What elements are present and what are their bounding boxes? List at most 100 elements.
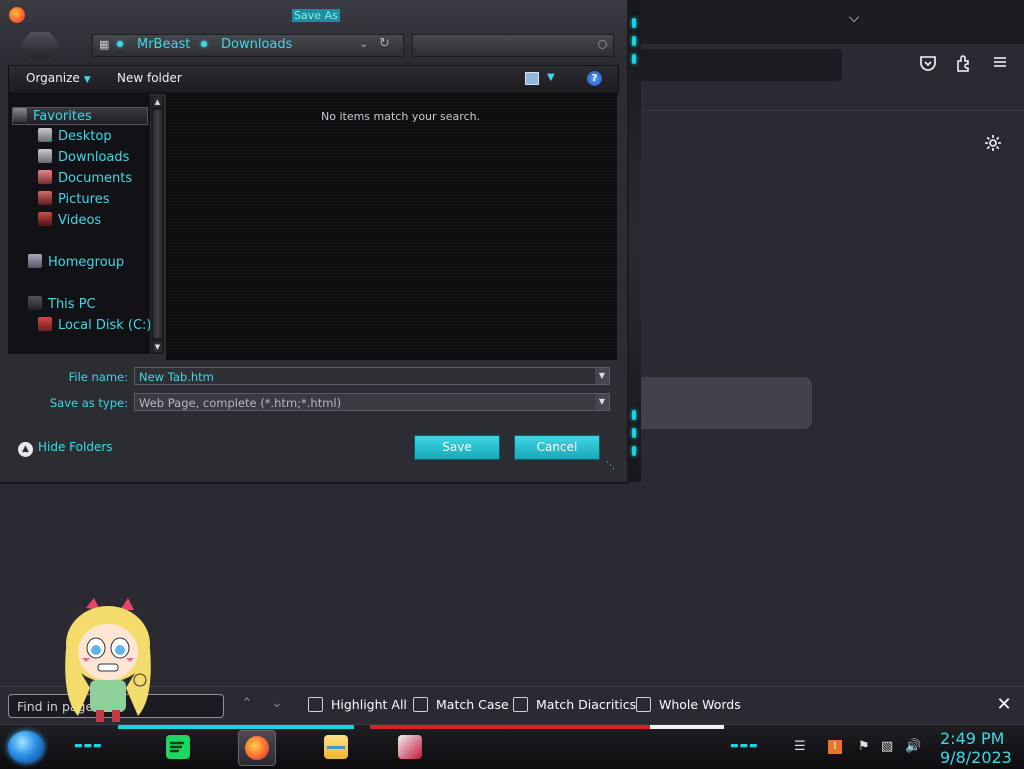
pictures-icon bbox=[38, 191, 52, 205]
checkbox-icon bbox=[513, 697, 528, 712]
start-button[interactable] bbox=[8, 731, 44, 763]
taskbar-accent-line bbox=[650, 725, 724, 729]
nav-item-videos[interactable]: Videos bbox=[38, 212, 101, 228]
taskbar-app-spotify[interactable] bbox=[160, 730, 196, 764]
match-case-label: Match Case bbox=[436, 697, 509, 712]
save-type-label: Save as type: bbox=[49, 396, 128, 410]
resize-grip-icon[interactable]: ⋱ bbox=[606, 461, 615, 471]
whole-words-checkbox[interactable]: Whole Words bbox=[636, 697, 741, 712]
nav-item-desktop[interactable]: Desktop bbox=[38, 128, 112, 144]
taskbar-accent-line bbox=[118, 725, 354, 729]
file-list-pane[interactable]: No items match your search. bbox=[166, 94, 617, 360]
match-diacritics-checkbox[interactable]: Match Diacritics bbox=[513, 697, 636, 712]
hide-folders-label: Hide Folders bbox=[38, 440, 113, 454]
file-explorer-icon bbox=[324, 735, 348, 759]
nav-item-documents[interactable]: Documents bbox=[38, 170, 132, 186]
address-dropdown-chevron-icon[interactable]: ⌄ bbox=[359, 37, 368, 50]
save-type-select[interactable]: Web Page, complete (*.htm;*.html) ▼ bbox=[134, 393, 610, 411]
file-name-field[interactable]: New Tab.htm ▼ bbox=[134, 367, 610, 385]
cancel-button[interactable]: Cancel bbox=[514, 435, 600, 460]
tab-list-chevron-down-icon[interactable]: ⌵ bbox=[844, 10, 864, 30]
volume-icon[interactable]: 🔊 bbox=[905, 739, 921, 754]
find-next-icon[interactable]: ⌄ bbox=[268, 696, 286, 714]
match-diacritics-label: Match Diacritics bbox=[536, 697, 637, 712]
clock-date[interactable]: 9/8/2023 bbox=[940, 748, 1012, 767]
breadcrumb-downloads[interactable]: Downloads bbox=[221, 37, 292, 52]
pocket-icon[interactable] bbox=[917, 54, 939, 76]
nav-label: Videos bbox=[58, 213, 102, 228]
checkbox-icon bbox=[308, 697, 323, 712]
taskbar-led-decoration: ▬▬▬ bbox=[730, 741, 759, 751]
taskbar: ▬▬▬ ▬▬▬ ☰ ⌇ ⚑ ▧ 🔊 2:49 PM 9/8/2023 bbox=[0, 724, 1024, 769]
taskbar-app-media[interactable] bbox=[392, 730, 428, 764]
taskbar-app-file-explorer[interactable] bbox=[318, 730, 354, 764]
media-app-icon bbox=[398, 735, 422, 759]
chevron-up-icon: ▲ bbox=[18, 442, 33, 457]
menu-icon[interactable] bbox=[989, 54, 1011, 76]
nav-item-homegroup[interactable]: Homegroup bbox=[28, 254, 124, 270]
scroll-up-icon[interactable]: ▲ bbox=[153, 97, 162, 107]
computer-icon: ▦ bbox=[99, 38, 110, 51]
nav-item-downloads[interactable]: Downloads bbox=[38, 149, 129, 165]
taskbar-app-firefox[interactable] bbox=[238, 730, 276, 766]
refresh-icon[interactable]: ↻ bbox=[379, 36, 390, 51]
checkbox-icon bbox=[636, 697, 651, 712]
nav-item-favorites[interactable]: Favorites bbox=[12, 107, 148, 125]
search-input[interactable] bbox=[412, 34, 614, 57]
nav-item-pictures[interactable]: Pictures bbox=[38, 191, 109, 207]
help-icon[interactable]: ? bbox=[587, 71, 602, 86]
app-tray-icon[interactable]: ⌇ bbox=[828, 740, 842, 754]
hide-folders-button[interactable]: ▲ Hide Folders bbox=[18, 440, 113, 457]
breadcrumb-mrbeast[interactable]: MrBeast bbox=[137, 37, 190, 52]
checkbox-icon bbox=[413, 697, 428, 712]
nav-label: Pictures bbox=[58, 192, 110, 207]
new-tab-card[interactable] bbox=[630, 377, 812, 429]
flag-icon[interactable]: ⚑ bbox=[858, 739, 870, 754]
videos-icon bbox=[38, 212, 52, 226]
extensions-icon[interactable] bbox=[953, 54, 975, 76]
window-frame-strip bbox=[627, 0, 641, 482]
close-icon[interactable]: ✕ bbox=[994, 695, 1014, 715]
view-options-icon[interactable] bbox=[525, 72, 539, 85]
nav-item-this-pc[interactable]: This PC bbox=[28, 296, 96, 312]
highlight-all-checkbox[interactable]: Highlight All bbox=[308, 697, 407, 712]
view-dropdown-icon[interactable]: ▼ bbox=[547, 72, 555, 83]
navigation-scrollbar[interactable]: ▲ ▼ bbox=[150, 96, 164, 354]
gear-icon[interactable] bbox=[982, 133, 1004, 155]
scroll-down-icon[interactable]: ▼ bbox=[153, 342, 162, 352]
save-type-value: Web Page, complete (*.htm;*.html) bbox=[139, 396, 342, 410]
organize-button[interactable]: Organize ▼ bbox=[26, 71, 91, 85]
taskbar-led-decoration: ▬▬▬ bbox=[74, 741, 103, 751]
file-name-label: File name: bbox=[68, 370, 128, 384]
nav-item-local-disk[interactable]: Local Disk (C:) bbox=[38, 317, 151, 333]
match-case-checkbox[interactable]: Match Case bbox=[413, 697, 509, 712]
url-bar[interactable] bbox=[630, 49, 842, 81]
chevron-down-icon[interactable]: ▼ bbox=[595, 394, 609, 410]
back-button[interactable] bbox=[20, 32, 60, 58]
whole-words-label: Whole Words bbox=[659, 697, 741, 712]
navigation-pane: Favorites Desktop Downloads Documents Pi… bbox=[8, 94, 151, 354]
dialog-toolbar: Organize ▼ New folder ▼ ? bbox=[8, 65, 619, 94]
clock-time[interactable]: 2:49 PM bbox=[940, 729, 1004, 748]
nav-label: This PC bbox=[48, 297, 96, 312]
nav-label: Homegroup bbox=[48, 255, 125, 270]
dialog-title: Save As bbox=[292, 9, 340, 22]
save-button[interactable]: Save bbox=[414, 435, 500, 460]
find-previous-icon[interactable]: ⌃ bbox=[238, 696, 256, 714]
homegroup-icon bbox=[28, 254, 42, 268]
chevron-down-icon[interactable]: ▼ bbox=[595, 368, 609, 384]
favorites-icon bbox=[13, 108, 27, 122]
show-hidden-icons-icon[interactable]: ☰ bbox=[794, 739, 806, 754]
save-as-dialog: Save As ▦ MrBeast Downloads ⌄ ↻ Organize… bbox=[0, 0, 629, 484]
dialog-titlebar[interactable]: Save As bbox=[0, 0, 627, 30]
scrollbar-thumb[interactable] bbox=[153, 110, 162, 338]
network-icon[interactable]: ▧ bbox=[881, 739, 893, 754]
new-folder-button[interactable]: New folder bbox=[117, 71, 182, 85]
breadcrumb-separator-icon bbox=[201, 41, 207, 47]
search-icon bbox=[598, 40, 607, 49]
breadcrumb-separator-icon bbox=[117, 41, 123, 47]
highlight-all-label: Highlight All bbox=[331, 697, 407, 712]
mascot-sticker bbox=[65, 598, 151, 722]
organize-label: Organize bbox=[26, 71, 80, 85]
address-bar[interactable]: ▦ MrBeast Downloads ⌄ ↻ bbox=[92, 34, 404, 57]
